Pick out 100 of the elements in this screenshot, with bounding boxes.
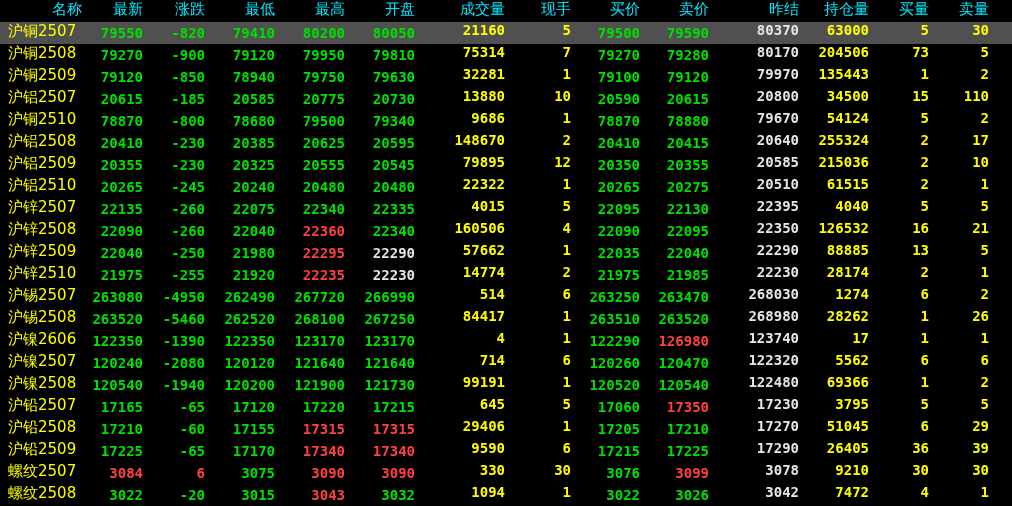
table-cell-text: 4	[495, 330, 505, 348]
table-cell: -900	[171, 47, 205, 63]
contract-name: 沪铅2507	[7, 396, 78, 416]
table-row[interactable]: 沪铝2510 20265 -245 20240 20480 20480 22322 1 20265 20275 20510 61515 2 1	[0, 176, 1012, 198]
table-row[interactable]: 沪铜2507 79550 -820 79410 80200 80050 21160 5 79500 79590 80370 63000 5 30	[0, 22, 1012, 44]
table-row[interactable]: 沪锌2509 22040 -250 21980 22295 22290 57662 1 22035 22040 22290 88885 13 5	[0, 242, 1012, 264]
table-cell-text: 6	[919, 286, 929, 304]
table-cell-text: 4040	[834, 198, 869, 216]
table-cell-text: 30	[971, 462, 990, 480]
column-header[interactable]: 卖量	[929, 0, 1012, 22]
table-cell-text: 5	[979, 242, 990, 260]
table-cell: 17120	[232, 399, 275, 415]
table-cell: 22235	[302, 267, 345, 283]
table-cell: 22340	[372, 223, 415, 239]
table-cell-text: 5	[561, 396, 571, 414]
table-cell-text: 29406	[461, 418, 505, 436]
table-cell: 20595	[372, 135, 415, 151]
table-cell-text: 14774	[461, 264, 505, 282]
table-cell: 267720	[294, 289, 345, 305]
column-header[interactable]: 昨结	[709, 0, 799, 22]
table-cell-text: 5	[979, 198, 990, 216]
table-cell: 120470	[658, 355, 709, 371]
column-header[interactable]: 成交量	[415, 0, 505, 22]
table-cell: 3015	[241, 487, 275, 503]
table-cell-text: 16	[911, 220, 929, 238]
table-row[interactable]: 沪镍2507 120240 -2080 120120 121640 121640 714 6 120260 120470 122320 5562 6 6	[0, 352, 1012, 374]
table-row[interactable]: 沪铅2507 17165 -65 17120 17220 17215 645 5 17060 17350 17230 3795 5 5	[0, 396, 1012, 418]
table-row[interactable]: 沪铝2508 20410 -230 20385 20625 20595 148670 2 20410 20415 20640 255324 2 17	[0, 132, 1012, 154]
table-cell: 268100	[294, 311, 345, 327]
table-cell: 3026	[675, 487, 709, 503]
table-cell-text: 7472	[834, 484, 869, 502]
table-cell-text: 2	[919, 264, 929, 282]
column-header[interactable]: 名称	[0, 0, 82, 22]
table-cell: 22040	[232, 223, 275, 239]
table-cell: 3090	[311, 465, 345, 481]
table-row[interactable]: 沪锡2508 263520 -5460 262520 268100 267250 84417 1 263510 263520 268980 28262 1 26	[0, 308, 1012, 330]
table-cell: 122350	[224, 333, 275, 349]
table-cell: -5460	[162, 311, 205, 327]
table-cell: 79950	[302, 47, 345, 63]
column-header[interactable]: 最高	[275, 0, 345, 22]
table-cell: 22095	[597, 201, 640, 217]
table-row[interactable]: 沪锌2507 22135 -260 22075 22340 22335 4015 5 22095 22130 22395 4040 5 5	[0, 198, 1012, 220]
table-row[interactable]: 沪铅2508 17210 -60 17155 17315 17315 29406 1 17205 17210 17270 51045 6 29	[0, 418, 1012, 440]
table-cell: 120260	[589, 355, 640, 371]
column-header[interactable]: 开盘	[345, 0, 415, 22]
column-header[interactable]: 买量	[869, 0, 929, 22]
column-header[interactable]: 最新	[82, 0, 143, 22]
table-row[interactable]: 沪锌2510 21975 -255 21920 22235 22230 14774 2 21975 21985 22230 28174 2 1	[0, 264, 1012, 286]
table-cell: 17210	[100, 421, 143, 437]
table-row[interactable]: 沪锡2507 263080 -4950 262490 267720 266990 514 6 263250 263470 268030 1274 6 2	[0, 286, 1012, 308]
table-cell-text: 9686	[470, 110, 505, 128]
table-row[interactable]: 沪铝2509 20355 -230 20325 20555 20545 79895 12 20350 20355 20585 215036 2 10	[0, 154, 1012, 176]
table-row[interactable]: 螺纹2508 3022 -20 3015 3043 3032 1094 1 3022 3026 3042 7472 4 1	[0, 484, 1012, 506]
table-row[interactable]: 沪铜2508 79270 -900 79120 79950 79810 75314 7 79270 79280 80170 204506 73 5	[0, 44, 1012, 66]
table-cell-text: 1	[561, 484, 571, 502]
table-cell: 21920	[232, 267, 275, 283]
table-cell: 17220	[302, 399, 345, 415]
table-cell: 79100	[597, 69, 640, 85]
table-cell: 20730	[372, 91, 415, 107]
table-cell-text: 268980	[747, 308, 799, 326]
table-cell: 79590	[666, 25, 709, 41]
table-cell: 17060	[597, 399, 640, 415]
column-header[interactable]: 现手	[505, 0, 571, 22]
table-row[interactable]: 沪铝2507 20615 -185 20585 20775 20730 13880 10 20590 20615 20800 34500 15 110	[0, 88, 1012, 110]
table-row[interactable]: 螺纹2507 3084 6 3075 3090 3090 330 30 3076 3099 3078 9210 30 30	[0, 462, 1012, 484]
column-header[interactable]: 最低	[205, 0, 275, 22]
table-cell: 21985	[666, 267, 709, 283]
table-cell-text: 1274	[834, 286, 869, 304]
table-cell: 3075	[241, 465, 275, 481]
table-row[interactable]: 沪镍2508 120540 -1940 120200 121900 121730 99191 1 120520 120540 122480 69366 1 2	[0, 374, 1012, 396]
table-row[interactable]: 沪镍2606 122350 -1390 122350 123170 123170 4 1 122290 126980 123740 17 1 1	[0, 330, 1012, 352]
table-cell: 21980	[232, 245, 275, 261]
table-cell: 79280	[666, 47, 709, 63]
table-row[interactable]: 沪锌2508 22090 -260 22040 22360 22340 160506 4 22090 22095 22350 126532 16 21	[0, 220, 1012, 242]
column-header[interactable]: 买价	[571, 0, 640, 22]
table-row[interactable]: 沪铜2510 78870 -800 78680 79500 79340 9686 1 78870 78880 79670 54124 5 2	[0, 110, 1012, 132]
table-cell-text: 10	[553, 88, 571, 106]
table-cell-text: 79970	[755, 66, 799, 84]
table-cell-text: 2	[979, 286, 990, 304]
table-cell: 80050	[372, 25, 415, 41]
table-cell-text: 9590	[470, 440, 505, 458]
table-row[interactable]: 沪铅2509 17225 -65 17170 17340 17340 9590 6 17215 17225 17290 26405 36 39	[0, 440, 1012, 462]
table-cell: 80200	[302, 25, 345, 41]
column-header[interactable]: 持仓量	[799, 0, 869, 22]
table-cell: 20775	[302, 91, 345, 107]
table-cell: 79750	[302, 69, 345, 85]
table-cell: -4950	[162, 289, 205, 305]
table-cell: 79500	[597, 25, 640, 41]
table-cell-text: 204506	[817, 44, 869, 62]
table-cell-text: 1	[561, 308, 571, 326]
column-header[interactable]: 卖价	[640, 0, 709, 22]
table-cell: 267250	[364, 311, 415, 327]
table-cell: 79340	[372, 113, 415, 129]
table-row[interactable]: 沪铜2509 79120 -850 78940 79750 79630 32281 1 79100 79120 79970 135443 1 2	[0, 66, 1012, 88]
table-cell: 78870	[597, 113, 640, 129]
table-cell: 78680	[232, 113, 275, 129]
column-header[interactable]: 涨跌	[143, 0, 205, 22]
table-cell: 78870	[100, 113, 143, 129]
table-cell: 20265	[597, 179, 640, 195]
table-cell: 3099	[675, 465, 709, 481]
